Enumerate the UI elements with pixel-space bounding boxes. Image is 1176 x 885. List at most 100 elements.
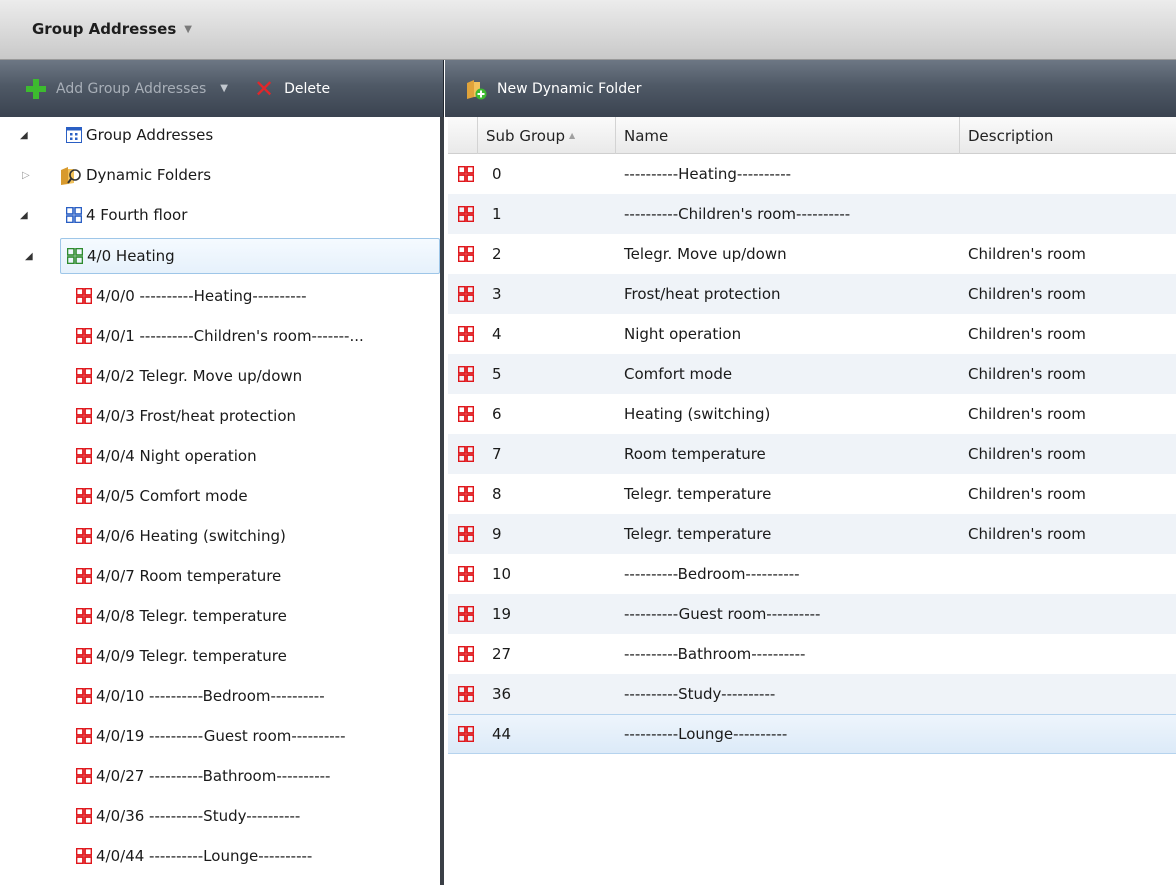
cell-sub-group: 1 xyxy=(492,205,502,223)
tree-node-label: 4/0/0 ----------Heating---------- xyxy=(96,287,307,305)
column-header-sub-group[interactable]: Sub Group ▲ xyxy=(478,117,616,154)
tree-node-root[interactable]: ◢ Group Addresses xyxy=(20,117,214,153)
grid-header: Sub Group ▲ Name Description xyxy=(448,117,1176,154)
tree-node-label: 4/0 Heating xyxy=(87,247,175,265)
tree-node-group-address[interactable]: 4/0/27 ----------Bathroom---------- xyxy=(76,758,330,794)
panel-title-label: Group Addresses xyxy=(32,20,177,38)
tree-node-group-address[interactable]: 4/0/5 Comfort mode xyxy=(76,478,248,514)
cell-description: Children's room xyxy=(968,485,1086,503)
group-address-icon xyxy=(458,166,474,182)
tree-node-group-address[interactable]: 4/0/6 Heating (switching) xyxy=(76,518,286,554)
group-address-icon xyxy=(76,408,92,424)
new-dynamic-folder-label: New Dynamic Folder xyxy=(497,80,642,97)
column-header-description[interactable]: Description xyxy=(960,117,1176,154)
column-header-name[interactable]: Name xyxy=(616,117,960,154)
table-row[interactable]: 44 ----------Lounge---------- xyxy=(448,714,1176,754)
tree-node-group-address[interactable]: 4/0/36 ----------Study---------- xyxy=(76,798,300,834)
tree-node-group-address[interactable]: 4/0/19 ----------Guest room---------- xyxy=(76,718,345,754)
group-address-icon xyxy=(458,446,474,462)
grid-toolbar: New Dynamic Folder xyxy=(445,60,1176,117)
table-row[interactable]: 0 ----------Heating---------- xyxy=(448,154,1176,194)
cell-sub-group: 3 xyxy=(492,285,502,303)
main-group-icon xyxy=(66,207,82,223)
chevron-down-icon[interactable]: ▼ xyxy=(220,83,228,94)
tree-node-main-group[interactable]: ◢ 4 Fourth floor xyxy=(20,197,187,233)
cell-description: Children's room xyxy=(968,525,1086,543)
table-row[interactable]: 7 Room temperature Children's room xyxy=(448,434,1176,474)
tree-node-group-address[interactable]: 4/0/8 Telegr. temperature xyxy=(76,598,287,634)
group-address-grid: Sub Group ▲ Name Description 0 ----------… xyxy=(448,117,1176,885)
delete-button[interactable]: ✕ Delete xyxy=(254,77,330,101)
tree-node-group-address[interactable]: 4/0/2 Telegr. Move up/down xyxy=(76,358,302,394)
cell-description: Children's room xyxy=(968,365,1086,383)
table-row[interactable]: 36 ----------Study---------- xyxy=(448,674,1176,714)
expanded-arrow-icon[interactable]: ◢ xyxy=(25,251,33,262)
tree-node-label: Group Addresses xyxy=(86,126,214,144)
table-row[interactable]: 1 ----------Children's room---------- xyxy=(448,194,1176,234)
panel-title[interactable]: Group Addresses ▼ xyxy=(32,20,192,38)
grid-header-icon-column xyxy=(448,117,478,154)
cell-sub-group: 2 xyxy=(492,245,502,263)
group-address-icon xyxy=(458,566,474,582)
cell-name: ----------Study---------- xyxy=(624,685,776,703)
tree-node-label: 4/0/7 Room temperature xyxy=(96,567,282,585)
cell-sub-group: 19 xyxy=(492,605,512,623)
cell-name: Night operation xyxy=(624,325,742,343)
tree-node-middle-group[interactable]: ◢ 4/0 Heating xyxy=(25,238,440,274)
table-row[interactable]: 8 Telegr. temperature Children's room xyxy=(448,474,1176,514)
collapsed-arrow-icon[interactable]: ▷ xyxy=(22,170,30,181)
group-address-icon xyxy=(76,688,92,704)
tree-node-label: 4/0/19 ----------Guest room---------- xyxy=(96,727,346,745)
tree-node-group-address[interactable]: 4/0/9 Telegr. temperature xyxy=(76,638,287,674)
tree-node-group-address[interactable]: 4/0/0 ----------Heating---------- xyxy=(76,278,307,314)
table-row[interactable]: 5 Comfort mode Children's room xyxy=(448,354,1176,394)
plus-icon xyxy=(26,78,46,99)
tree-node-label: 4/0/10 ----------Bedroom---------- xyxy=(96,687,325,705)
tree-node-group-address[interactable]: 4/0/10 ----------Bedroom---------- xyxy=(76,678,325,714)
table-row[interactable]: 3 Frost/heat protection Children's room xyxy=(448,274,1176,314)
group-address-icon xyxy=(458,406,474,422)
middle-group-icon xyxy=(67,248,83,264)
cell-sub-group: 8 xyxy=(492,485,502,503)
add-group-addresses-label: Add Group Addresses xyxy=(56,80,207,97)
expanded-arrow-icon[interactable]: ◢ xyxy=(20,210,28,221)
tree-node-dynamic-folders[interactable]: ▷ Dynamic Folders xyxy=(22,157,211,193)
tree-node-label: Dynamic Folders xyxy=(86,166,212,184)
tree-node-group-address[interactable]: 4/0/7 Room temperature xyxy=(76,558,281,594)
delete-label: Delete xyxy=(284,80,331,97)
group-address-icon xyxy=(76,448,92,464)
cell-sub-group: 0 xyxy=(492,165,502,183)
tree-node-group-address[interactable]: 4/0/4 Night operation xyxy=(76,438,257,474)
tree-node-label: 4/0/5 Comfort mode xyxy=(96,487,248,505)
cell-name: ----------Bedroom---------- xyxy=(624,565,800,583)
cell-name: Heating (switching) xyxy=(624,405,771,423)
chevron-down-icon[interactable]: ▼ xyxy=(184,24,192,35)
expanded-arrow-icon[interactable]: ◢ xyxy=(20,130,28,141)
cell-name: Room temperature xyxy=(624,445,766,463)
panel-title-bar: Group Addresses ▼ xyxy=(0,0,1176,60)
table-row[interactable]: 2 Telegr. Move up/down Children's room xyxy=(448,234,1176,274)
group-address-icon xyxy=(76,368,92,384)
tree-node-label: 4/0/8 Telegr. temperature xyxy=(96,607,287,625)
group-address-icon xyxy=(76,768,92,784)
table-row[interactable]: 10 ----------Bedroom---------- xyxy=(448,554,1176,594)
new-folder-icon xyxy=(465,78,487,100)
group-address-icon xyxy=(76,328,92,344)
tree-node-group-address[interactable]: 4/0/44 ----------Lounge---------- xyxy=(76,838,312,874)
add-group-addresses-button[interactable]: Add Group Addresses ▼ xyxy=(26,78,228,99)
table-row[interactable]: 19 ----------Guest room---------- xyxy=(448,594,1176,634)
tree-node-group-address[interactable]: 4/0/3 Frost/heat protection xyxy=(76,398,296,434)
cell-sub-group: 36 xyxy=(492,685,512,703)
cell-name: ----------Children's room---------- xyxy=(624,205,851,223)
table-row[interactable]: 6 Heating (switching) Children's room xyxy=(448,394,1176,434)
table-row[interactable]: 4 Night operation Children's room xyxy=(448,314,1176,354)
tree-node-group-address[interactable]: 4/0/1 ----------Children's room-------..… xyxy=(76,318,364,354)
group-address-icon xyxy=(458,286,474,302)
cell-description: Children's room xyxy=(968,405,1086,423)
new-dynamic-folder-button[interactable]: New Dynamic Folder xyxy=(465,78,641,100)
group-address-icon xyxy=(76,648,92,664)
delete-x-icon: ✕ xyxy=(254,74,275,103)
table-row[interactable]: 27 ----------Bathroom---------- xyxy=(448,634,1176,674)
table-row[interactable]: 9 Telegr. temperature Children's room xyxy=(448,514,1176,554)
cell-description: Children's room xyxy=(968,325,1086,343)
